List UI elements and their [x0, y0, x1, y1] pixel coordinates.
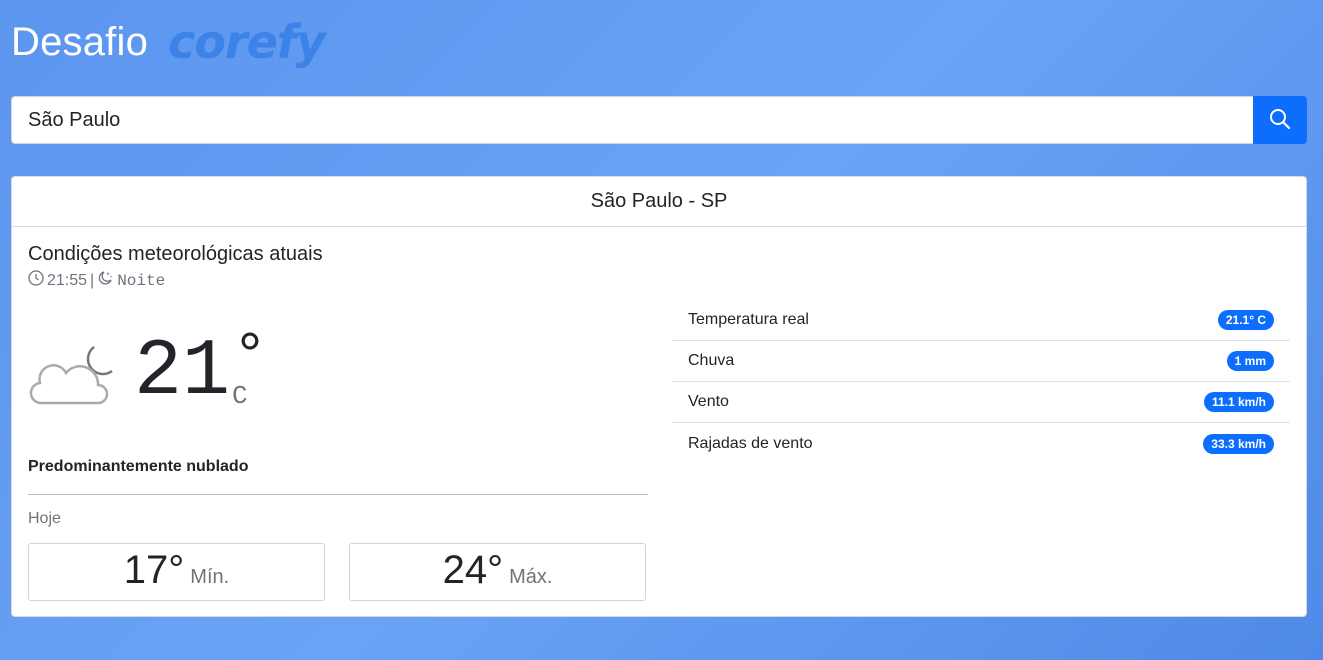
details-list: Temperatura real 21.1° C Chuva 1 mm Vent… [672, 300, 1290, 464]
today-label: Hoje [28, 510, 61, 527]
temperature-unit: ° C [232, 324, 269, 411]
time-separator: | [90, 271, 95, 289]
weather-card: São Paulo - SP Condições meteorológicas … [11, 176, 1307, 617]
detail-label: Rajadas de vento [688, 434, 813, 452]
conditions-title: Condições meteorológicas atuais [28, 243, 323, 265]
search-icon [1269, 108, 1291, 133]
time-value: 21:55 [47, 271, 88, 289]
max-label: Máx. [509, 566, 553, 588]
location-header: São Paulo - SP [12, 177, 1306, 227]
detail-badge: 11.1 km/h [1203, 392, 1274, 412]
detail-badge: 1 mm [1226, 351, 1274, 371]
max-temperature-box: 24° Máx. [349, 543, 646, 601]
list-item: Rajadas de vento 33.3 km/h [672, 423, 1290, 464]
page-title: Desafio [11, 19, 149, 64]
search-input[interactable] [11, 96, 1253, 144]
max-temperature: 24° [442, 548, 504, 592]
min-label: Mín. [190, 566, 230, 588]
celsius-unit: C [232, 381, 248, 411]
detail-label: Temperatura real [688, 311, 809, 328]
day-period: Noite [117, 271, 166, 290]
header: Desafio corefy [11, 14, 326, 70]
min-temperature-box: 17° Mín. [28, 543, 325, 601]
detail-badge: 33.3 km/h [1203, 433, 1274, 454]
min-temperature: 17° [123, 548, 185, 592]
current-conditions: Condições meteorológicas atuais 21:55 | … [28, 243, 648, 601]
list-item: Chuva 1 mm [672, 341, 1290, 382]
cloudy-night-icon [28, 339, 116, 414]
detail-badge: 21.1° C [1217, 310, 1274, 330]
search-bar [11, 96, 1307, 144]
current-temperature: 21 [134, 327, 231, 418]
temperature-row: 21 ° C [28, 324, 269, 418]
detail-label: Vento [688, 393, 729, 410]
detail-label: Chuva [688, 352, 735, 369]
corefy-logo: corefy [168, 15, 326, 69]
divider [28, 494, 648, 495]
time-row: 21:55 | Noite [28, 270, 648, 291]
list-item: Vento 11.1 km/h [672, 382, 1290, 423]
moon-stars-icon [97, 270, 113, 291]
degree-symbol: ° [232, 324, 269, 392]
clock-icon [28, 270, 44, 291]
search-button[interactable] [1253, 96, 1307, 144]
weather-description: Predominantemente nublado [28, 458, 249, 475]
list-item: Temperatura real 21.1° C [672, 300, 1290, 341]
